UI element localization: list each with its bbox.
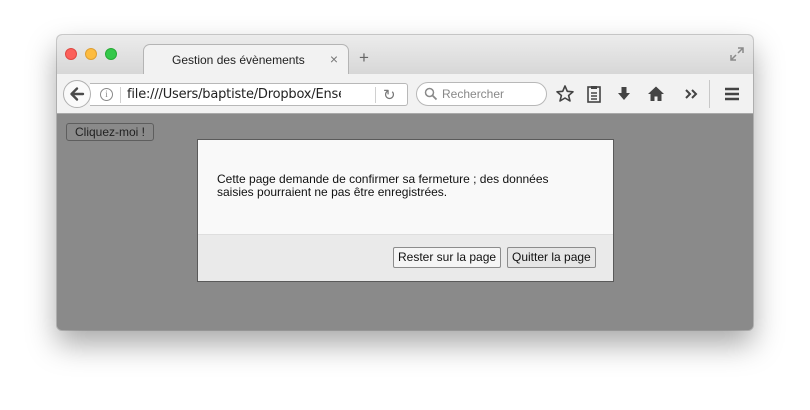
search-icon: [424, 87, 438, 101]
stay-on-page-button[interactable]: Rester sur la page: [393, 247, 502, 268]
confirm-leave-dialog: Cette page demande de confirmer sa ferme…: [197, 139, 614, 282]
bookmark-star-icon[interactable]: [555, 84, 575, 104]
new-tab-button[interactable]: +: [359, 49, 369, 67]
search-input[interactable]: Rechercher: [416, 82, 547, 106]
toolbar-divider: [709, 80, 710, 108]
search-placeholder: Rechercher: [442, 87, 505, 101]
url-text[interactable]: file:///Users/baptiste/Dropbox/Enseignem…: [127, 87, 341, 102]
url-divider: [375, 87, 376, 103]
leave-page-button[interactable]: Quitter la page: [507, 247, 596, 268]
url-divider: [120, 87, 121, 103]
reading-list-icon[interactable]: [584, 84, 604, 104]
overflow-chevron-icon[interactable]: [682, 84, 702, 104]
window-minimize-button[interactable]: [85, 48, 97, 60]
hamburger-menu-icon[interactable]: [722, 84, 742, 104]
tab-close-icon[interactable]: ×: [330, 51, 338, 67]
reload-icon[interactable]: ↻: [383, 86, 396, 104]
home-icon[interactable]: [646, 84, 666, 104]
tab-title: Gestion des évènements: [172, 53, 305, 67]
window-close-button[interactable]: [65, 48, 77, 60]
cliquez-moi-button[interactable]: Cliquez-moi !: [66, 123, 155, 141]
navigation-toolbar: i file:///Users/baptiste/Dropbox/Enseign…: [57, 74, 753, 114]
tab-gestion-evenements[interactable]: Gestion des évènements ×: [143, 44, 349, 75]
browser-window: Gestion des évènements × + i file:///Use…: [57, 35, 753, 330]
dialog-message: Cette page demande de confirmer sa ferme…: [217, 172, 549, 199]
fullscreen-icon[interactable]: [729, 46, 745, 62]
dialog-footer: Rester sur la page Quitter la page: [198, 234, 613, 281]
title-bar: Gestion des évènements × +: [57, 35, 753, 75]
window-zoom-button[interactable]: [105, 48, 117, 60]
download-icon[interactable]: [614, 84, 634, 104]
back-icon: [70, 87, 85, 101]
page-content: Cliquez-moi ! Cette page demande de conf…: [57, 114, 753, 330]
back-button[interactable]: [63, 80, 91, 108]
site-info-icon[interactable]: i: [100, 88, 113, 101]
url-bar[interactable]: i file:///Users/baptiste/Dropbox/Enseign…: [90, 83, 408, 106]
